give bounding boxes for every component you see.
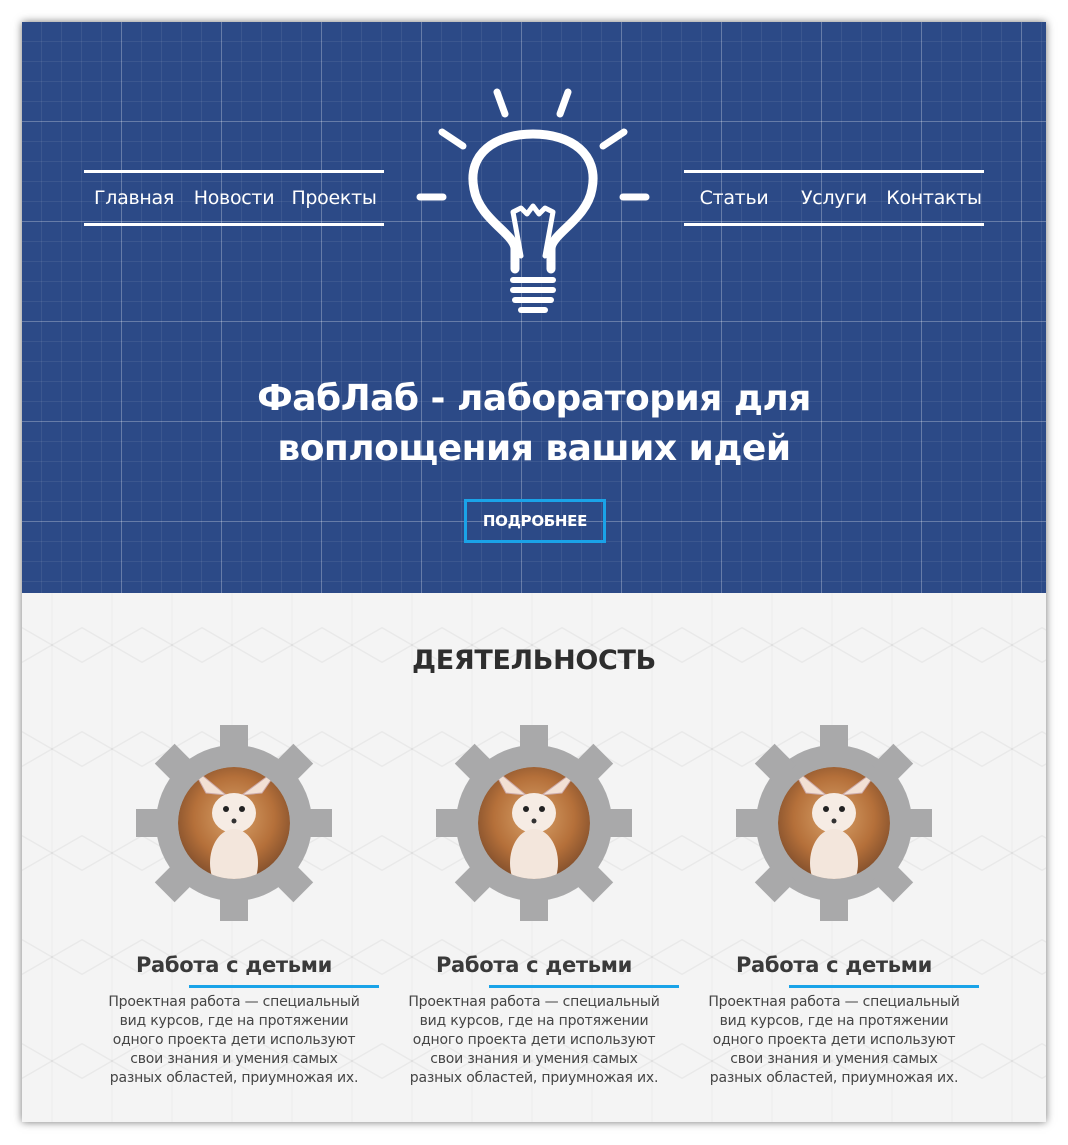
nav-item-services[interactable]: Услуги <box>784 187 884 209</box>
card-text-line: свои знания и умения самых <box>730 1051 938 1067</box>
section-title: ДЕЯТЕЛЬНОСТЬ <box>412 645 656 676</box>
card-title: Работа с детьми <box>435 953 633 977</box>
nav-item-news[interactable]: Новости <box>184 187 284 209</box>
activities-section: ДЕЯТЕЛЬНОСТЬ Работа с детьми Проектная р… <box>22 593 1046 1122</box>
card-text-line: разных областей, приумножая их. <box>409 1070 659 1086</box>
card-text-line: разных областей, приумножая их. <box>709 1070 959 1086</box>
card-text-line: Проектная работа — специальный <box>708 994 960 1010</box>
nav-item-home[interactable]: Главная <box>84 187 184 209</box>
card-text-line: разных областей, приумножая их. <box>109 1070 359 1086</box>
card-text-line: Проектная работа — специальный <box>408 994 660 1010</box>
card-text-line: свои знания и умения самых <box>130 1051 338 1067</box>
card-title-underline <box>189 985 379 988</box>
card-title-underline <box>489 985 679 988</box>
card-title: Работа с детьми <box>735 953 933 977</box>
page-frame: Главная Новости Проекты Статьи Услуги Ко… <box>22 22 1046 1122</box>
card-text-line: Проектная работа — специальный <box>108 994 360 1010</box>
activity-card: Работа с детьми Проектная работа — специ… <box>384 723 684 1103</box>
hero-title: ФабЛаб - лаборатория для воплощения ваши… <box>184 374 884 474</box>
card-text-line: вид курсов, где на протяжении <box>119 1013 349 1029</box>
card-description: Проектная работа — специальный вид курсо… <box>404 993 664 1088</box>
nav-item-projects[interactable]: Проекты <box>284 187 384 209</box>
more-button[interactable]: ПОДРОБНЕЕ <box>464 499 606 543</box>
hero-title-line2: воплощения ваших идей <box>277 428 791 469</box>
hero-title-line1: ФабЛаб - лаборатория для <box>257 378 811 419</box>
card-text-line: одного проекта дети используют <box>112 1032 356 1048</box>
card-text-line: одного проекта дети используют <box>412 1032 656 1048</box>
card-text-line: одного проекта дети используют <box>712 1032 956 1048</box>
activity-card: Работа с детьми Проектная работа — специ… <box>84 723 384 1103</box>
card-text-line: свои знания и умения самых <box>430 1051 638 1067</box>
fennec-fox-in-gear[interactable] <box>134 723 334 923</box>
card-title: Работа с детьми <box>135 953 333 977</box>
nav-item-contacts[interactable]: Контакты <box>884 187 984 209</box>
lightbulb-icon[interactable] <box>415 84 653 324</box>
card-description: Проектная работа — специальный вид курсо… <box>104 993 364 1088</box>
fennec-fox-in-gear[interactable] <box>434 723 634 923</box>
hero-section: Главная Новости Проекты Статьи Услуги Ко… <box>22 22 1046 593</box>
nav-item-articles[interactable]: Статьи <box>684 187 784 209</box>
card-text-line: вид курсов, где на протяжении <box>719 1013 949 1029</box>
card-title-underline <box>789 985 979 988</box>
nav-left: Главная Новости Проекты <box>84 170 384 226</box>
fennec-fox-in-gear[interactable] <box>734 723 934 923</box>
nav-right: Статьи Услуги Контакты <box>684 170 984 226</box>
card-description: Проектная работа — специальный вид курсо… <box>704 993 964 1088</box>
activity-card: Работа с детьми Проектная работа — специ… <box>684 723 984 1103</box>
card-text-line: вид курсов, где на протяжении <box>419 1013 649 1029</box>
